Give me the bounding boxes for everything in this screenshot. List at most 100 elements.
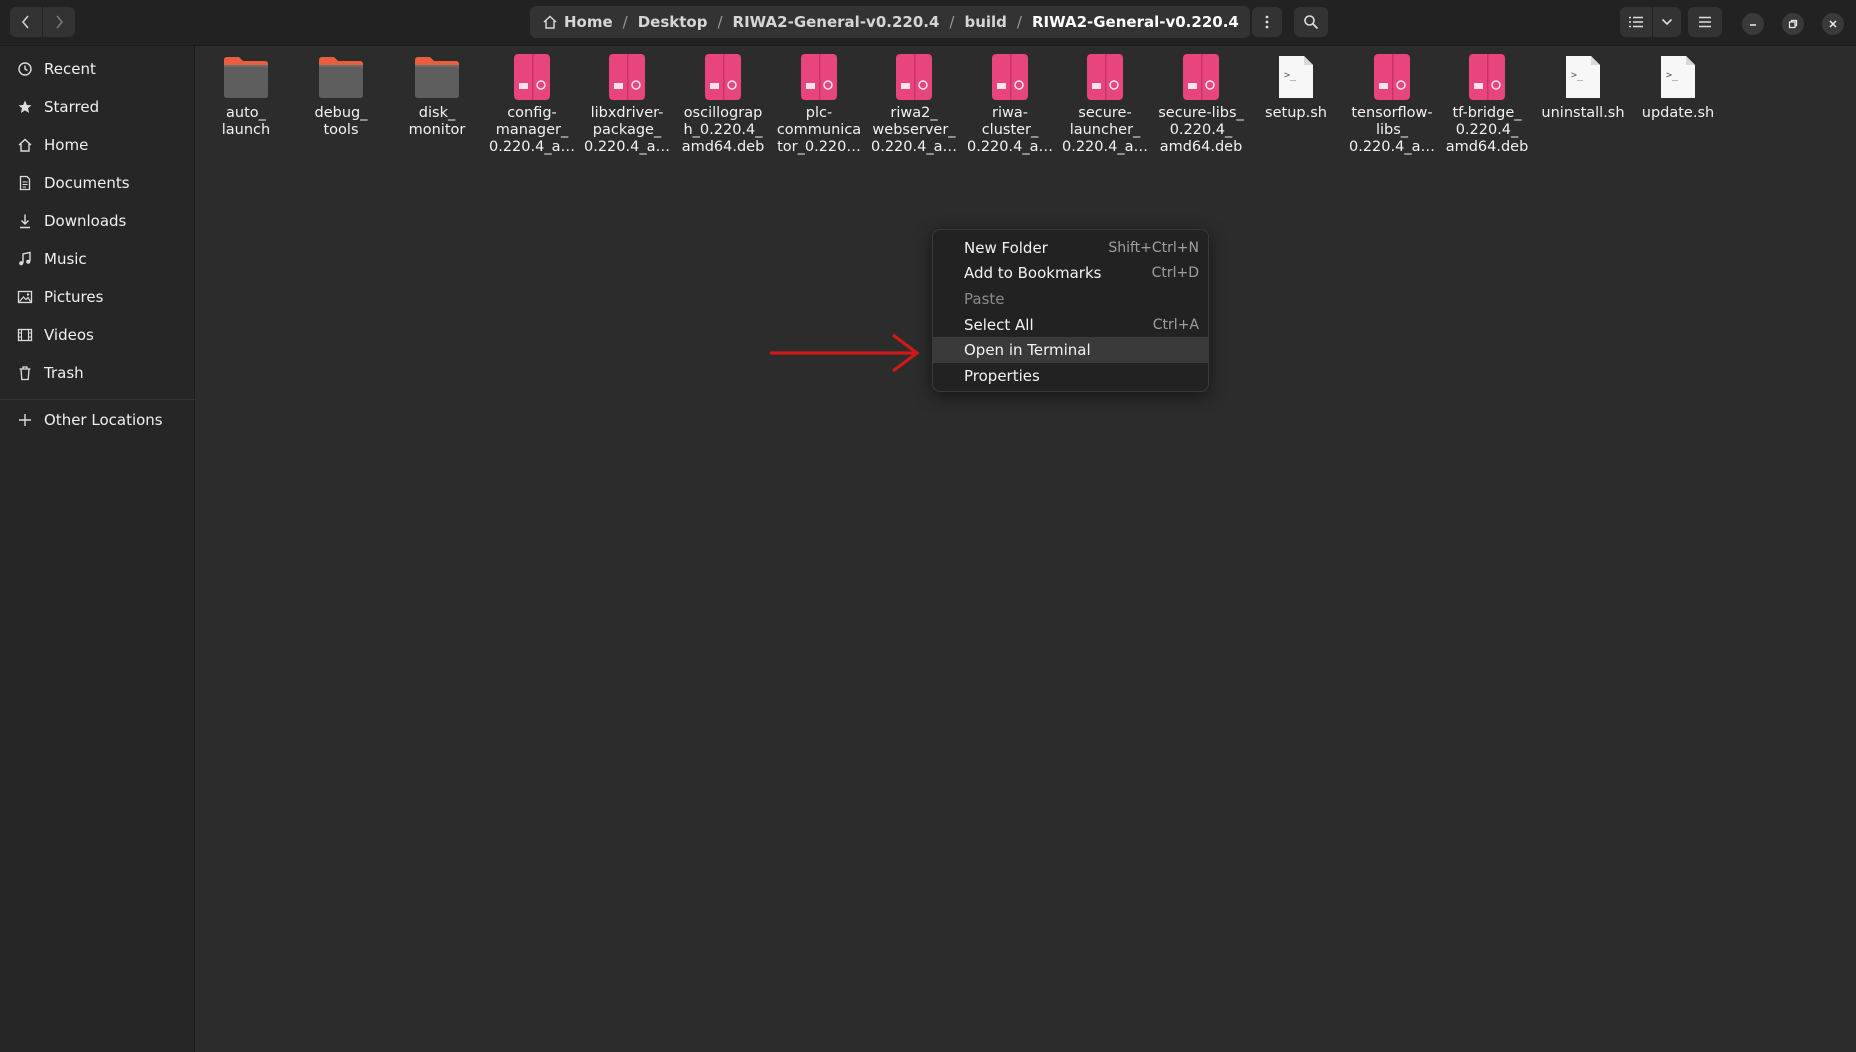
file-item-secure-launcher-deb[interactable]: secure- launcher_ 0.220.4_a…	[1060, 52, 1150, 156]
sidebar-item-label: Downloads	[44, 212, 127, 230]
sidebar: Recent Starred Home Documents Downloads …	[0, 46, 195, 1052]
view-options-button[interactable]	[1653, 7, 1681, 37]
folder-icon	[222, 52, 270, 102]
list-view-icon	[1629, 16, 1643, 28]
menu-item-new-folder[interactable]: New Folder Shift+Ctrl+N	[933, 235, 1208, 261]
file-name: riwa- cluster_ 0.220.4_a…	[967, 105, 1053, 155]
sidebar-item-home[interactable]: Home	[0, 127, 195, 163]
back-button[interactable]	[10, 7, 42, 37]
home-icon	[542, 14, 558, 30]
file-item-riwa2-webserver-deb[interactable]: riwa2_ webserver_ 0.220.4_a…	[869, 52, 959, 156]
breadcrumb-label: RIWA2-General-v0.220.4	[732, 13, 940, 31]
sidebar-divider	[0, 399, 195, 400]
deb-package-icon	[986, 52, 1034, 102]
sidebar-item-other-locations[interactable]: Other Locations	[0, 402, 195, 438]
home-icon	[15, 137, 35, 153]
context-menu: New Folder Shift+Ctrl+N Add to Bookmarks…	[932, 229, 1209, 392]
file-item-disk-monitor[interactable]: disk_ monitor	[392, 52, 482, 139]
shell-script-icon: >_	[1272, 52, 1320, 102]
menu-item-label: New Folder	[964, 238, 1048, 257]
file-item-oscillograph-deb[interactable]: oscillograp h_0.220.4_ amd64.deb	[678, 52, 768, 156]
sidebar-item-recent[interactable]: Recent	[0, 51, 195, 87]
breadcrumb-separator: /	[717, 13, 723, 31]
breadcrumb-home[interactable]: Home	[538, 13, 617, 31]
deb-package-icon	[1081, 52, 1129, 102]
file-item-tensorflow-libs-deb[interactable]: tensorflow- libs_ 0.220.4_a…	[1347, 52, 1437, 156]
file-item-tf-bridge-deb[interactable]: tf-bridge_ 0.220.4_ amd64.deb	[1442, 52, 1532, 156]
file-name: config- manager_ 0.220.4_a…	[489, 105, 575, 155]
file-name: auto_ launch	[221, 105, 271, 138]
search-icon	[1304, 15, 1319, 30]
breadcrumb-label: Desktop	[637, 13, 708, 31]
close-button[interactable]	[1822, 13, 1844, 35]
file-item-setup-sh[interactable]: >_ setup.sh	[1251, 52, 1341, 122]
chevron-left-icon	[21, 15, 29, 29]
file-item-riwa-cluster-deb[interactable]: riwa- cluster_ 0.220.4_a…	[965, 52, 1055, 156]
file-name: libxdriver- package_ 0.220.4_a…	[584, 105, 670, 155]
chevron-right-icon	[56, 15, 64, 29]
document-icon	[15, 175, 35, 191]
menu-item-add-to-bookmarks[interactable]: Add to Bookmarks Ctrl+D	[933, 261, 1208, 287]
menu-item-select-all[interactable]: Select All Ctrl+A	[933, 312, 1208, 338]
minimize-icon	[1750, 24, 1756, 26]
file-item-debug-tools[interactable]: debug_ tools	[296, 52, 386, 139]
file-manager-window: Home / Desktop / RIWA2-General-v0.220.4 …	[0, 0, 1856, 1052]
menu-item-label: Properties	[964, 366, 1040, 385]
file-name: oscillograp h_0.220.4_ amd64.deb	[681, 105, 765, 155]
file-item-update-sh[interactable]: >_ update.sh	[1633, 52, 1723, 122]
file-view[interactable]: auto_ launch debug_ tools disk_ monitor …	[196, 46, 1856, 1052]
sidebar-item-downloads[interactable]: Downloads	[0, 203, 195, 239]
breadcrumb-desktop[interactable]: Desktop	[634, 13, 712, 31]
sidebar-item-label: Other Locations	[44, 411, 163, 429]
restore-button[interactable]	[1782, 13, 1804, 35]
file-name: debug_ tools	[314, 105, 368, 138]
file-item-config-manager-deb[interactable]: config- manager_ 0.220.4_a…	[487, 52, 577, 156]
file-item-libxdriver-deb[interactable]: libxdriver- package_ 0.220.4_a…	[582, 52, 672, 156]
sidebar-item-label: Starred	[44, 98, 100, 116]
sidebar-item-videos[interactable]: Videos	[0, 317, 195, 353]
breadcrumb-riwa2-general[interactable]: RIWA2-General-v0.220.4	[729, 13, 944, 31]
sidebar-item-starred[interactable]: Starred	[0, 89, 195, 125]
sidebar-item-label: Pictures	[44, 288, 104, 306]
menu-item-label: Add to Bookmarks	[964, 264, 1102, 283]
menu-item-open-in-terminal[interactable]: Open in Terminal	[933, 337, 1208, 363]
breadcrumb-separator: /	[949, 13, 955, 31]
sidebar-item-label: Home	[44, 136, 89, 154]
sidebar-item-pictures[interactable]: Pictures	[0, 279, 195, 315]
menu-item-properties[interactable]: Properties	[933, 363, 1208, 389]
download-icon	[15, 213, 35, 229]
sidebar-item-trash[interactable]: Trash	[0, 355, 195, 391]
breadcrumb-build[interactable]: build	[960, 13, 1010, 31]
close-icon	[1829, 20, 1837, 28]
file-item-auto-launch[interactable]: auto_ launch	[201, 52, 291, 139]
file-item-secure-libs-deb[interactable]: secure-libs_ 0.220.4_ amd64.deb	[1156, 52, 1246, 156]
menu-item-label: Paste	[964, 289, 1005, 308]
trash-icon	[15, 365, 35, 381]
view-toggle-button[interactable]	[1620, 7, 1652, 37]
file-name: tf-bridge_ 0.220.4_ amd64.deb	[1445, 105, 1529, 155]
main-menu-button[interactable]	[1688, 7, 1722, 37]
folder-icon	[413, 52, 461, 102]
sidebar-item-documents[interactable]: Documents	[0, 165, 195, 201]
file-name: secure-libs_ 0.220.4_ amd64.deb	[1158, 105, 1244, 155]
minimize-button[interactable]	[1742, 13, 1764, 35]
breadcrumb-label: RIWA2-General-v0.220.4	[1031, 13, 1239, 31]
video-icon	[15, 327, 35, 343]
menu-item-label: Open in Terminal	[964, 341, 1091, 360]
breadcrumb-separator: /	[622, 13, 628, 31]
shell-script-icon: >_	[1559, 52, 1607, 102]
file-item-uninstall-sh[interactable]: >_ uninstall.sh	[1538, 52, 1628, 122]
sidebar-item-label: Music	[44, 250, 87, 268]
deb-package-icon	[603, 52, 651, 102]
path-options-button[interactable]	[1252, 7, 1282, 37]
breadcrumb-label: build	[964, 13, 1007, 31]
restore-icon	[1788, 19, 1798, 29]
picture-icon	[15, 289, 35, 305]
deb-package-icon	[508, 52, 556, 102]
breadcrumb-separator: /	[1016, 13, 1022, 31]
forward-button[interactable]	[43, 7, 75, 37]
sidebar-item-music[interactable]: Music	[0, 241, 195, 277]
search-button[interactable]	[1294, 7, 1328, 37]
breadcrumb-current-folder[interactable]: RIWA2-General-v0.220.4	[1028, 13, 1243, 31]
file-item-plc-communicator-deb[interactable]: plc- communica tor_0.220…	[774, 52, 864, 156]
